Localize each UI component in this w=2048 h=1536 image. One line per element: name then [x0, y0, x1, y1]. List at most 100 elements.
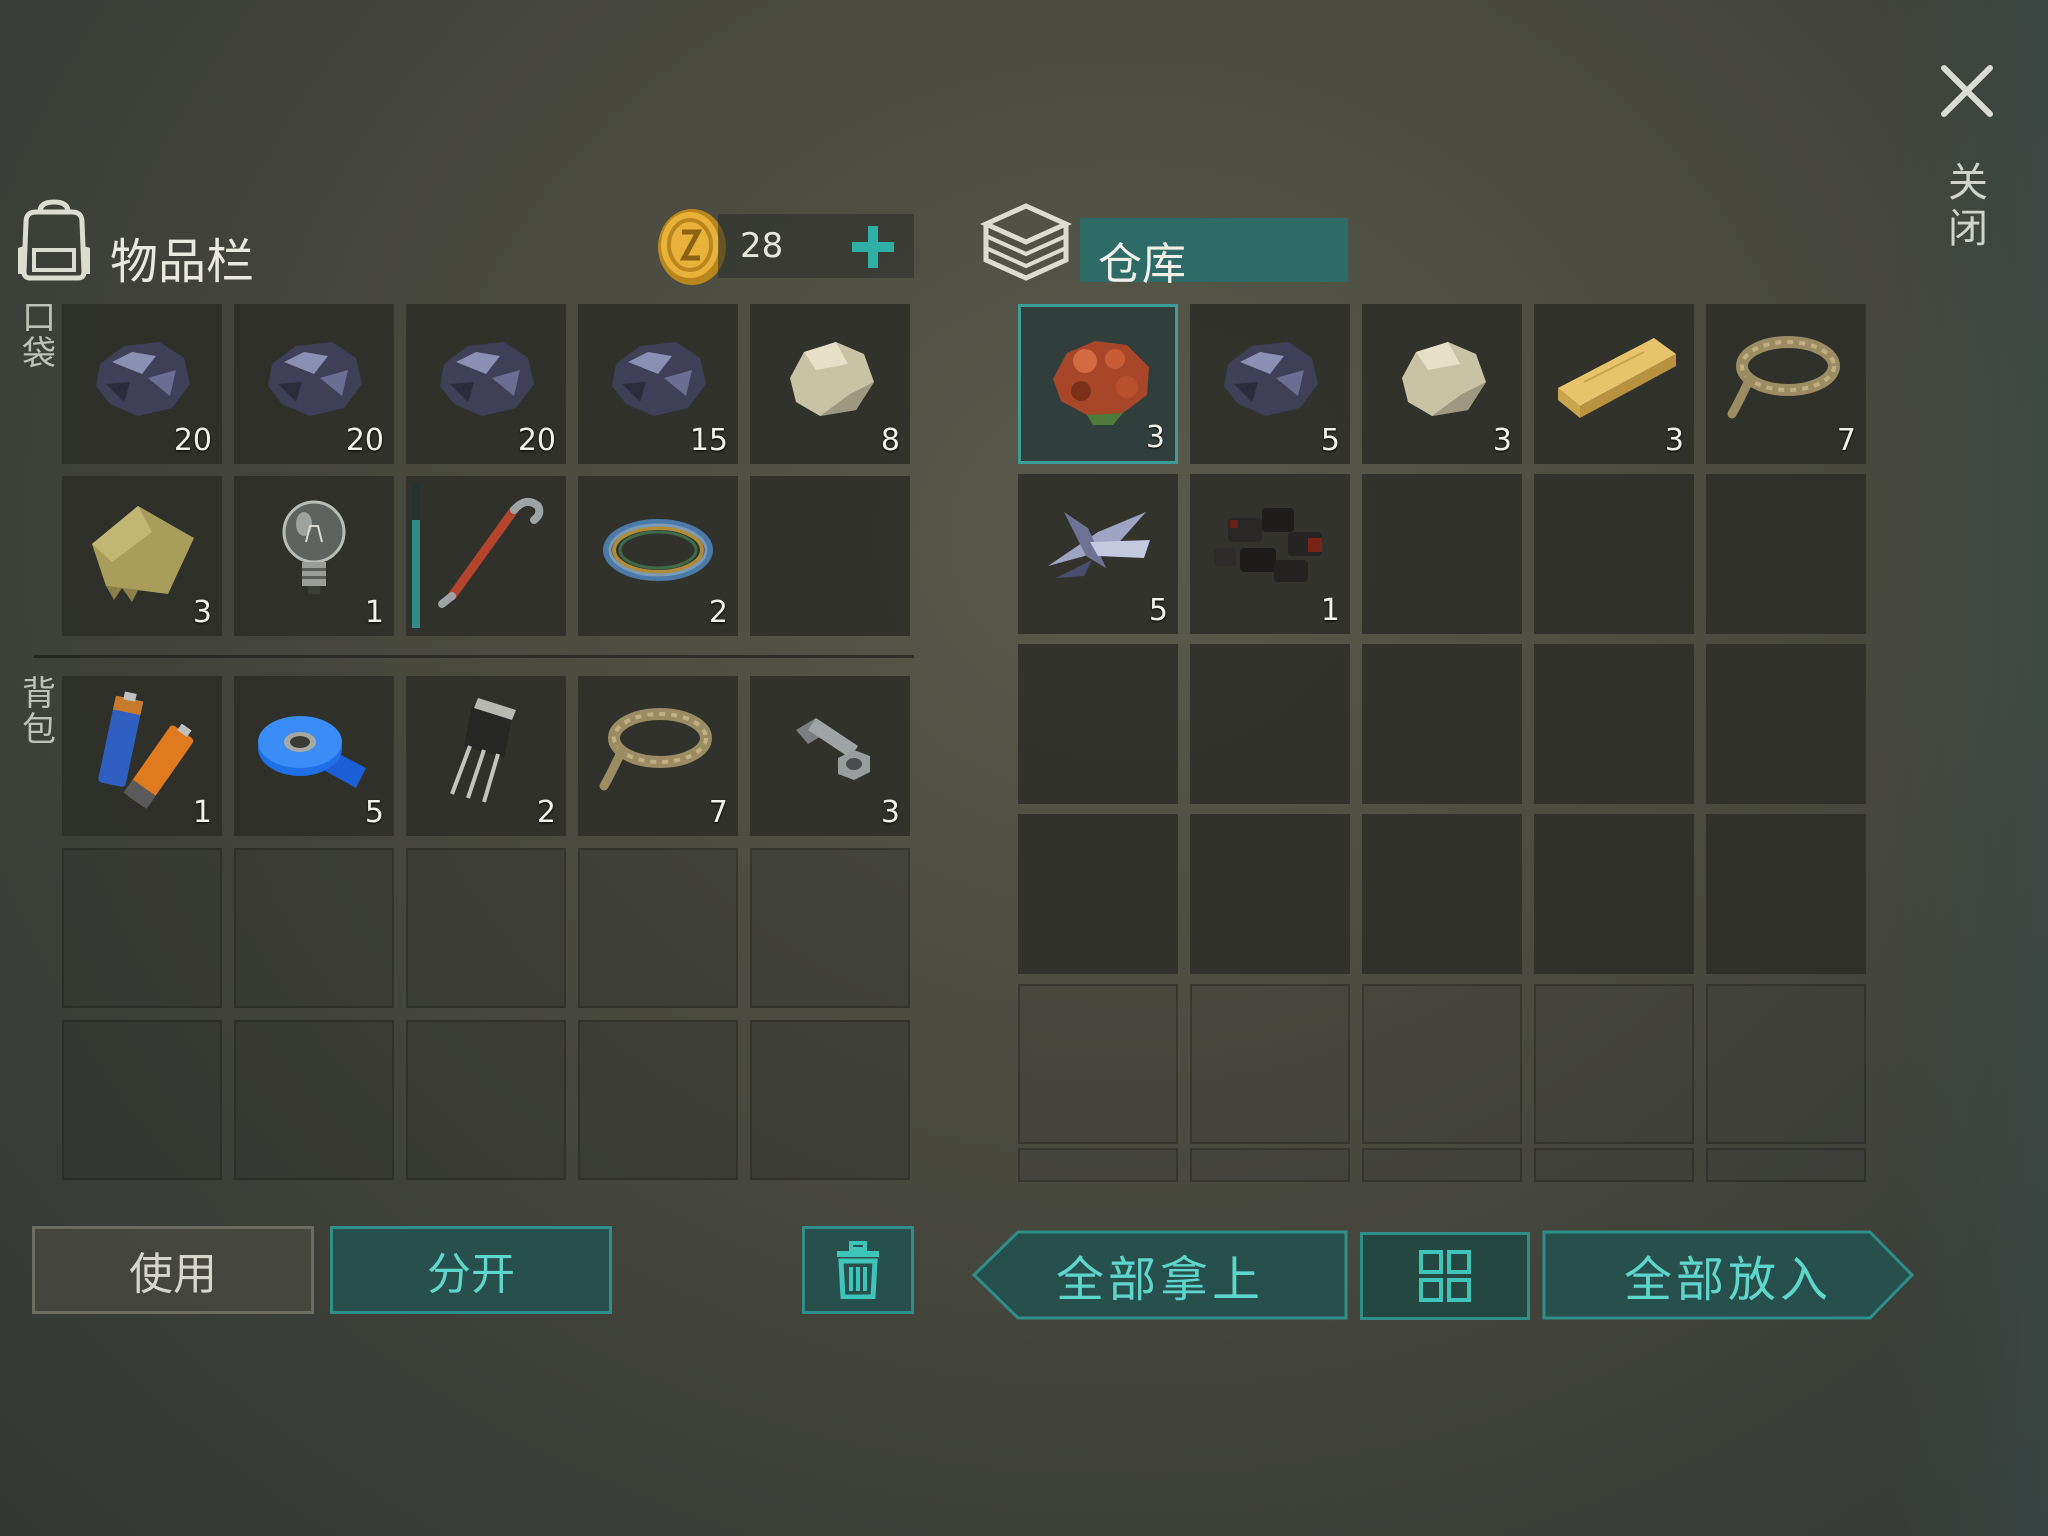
put-all-label: 全部放入: [1623, 1252, 1832, 1308]
item-quantity: 5: [1320, 423, 1340, 458]
warehouse-slot-empty[interactable]: [1534, 814, 1694, 974]
item-quantity: 1: [1320, 593, 1340, 628]
transistor-icon: [450, 698, 516, 803]
stone-icon: [790, 342, 874, 416]
warehouse-slot-empty[interactable]: [1362, 814, 1522, 974]
backpack-slot-empty[interactable]: [234, 1020, 394, 1180]
charcoal-icon: [1214, 508, 1322, 582]
take-all-button[interactable]: 全部拿上: [972, 1230, 1348, 1320]
backpack-slot-empty[interactable]: [750, 1020, 910, 1180]
backpack-grid: 1 5 2 7 3: [62, 676, 910, 1180]
metal-scrap-icon: [1048, 512, 1150, 578]
item-quantity: 2: [536, 795, 556, 830]
backpack-slot-empty[interactable]: [578, 848, 738, 1008]
backpack-slot-empty[interactable]: [62, 848, 222, 1008]
warehouse-slot-empty[interactable]: [1706, 814, 1866, 974]
cloth-icon: [92, 506, 194, 602]
stone-icon: [1402, 342, 1486, 416]
item-quantity: 7: [708, 795, 728, 830]
warehouse-slot-empty[interactable]: [1534, 474, 1694, 634]
warehouse-slot[interactable]: 1: [1190, 474, 1350, 634]
backpack-slot-empty[interactable]: [406, 848, 566, 1008]
backpack-slot[interactable]: 1: [62, 676, 222, 836]
item-quantity: 15: [689, 423, 728, 458]
backpack-slot-empty[interactable]: [406, 1020, 566, 1180]
backpack-slot-empty[interactable]: [750, 848, 910, 1008]
warehouse-slot-empty[interactable]: [1362, 474, 1522, 634]
section-divider: [34, 655, 914, 658]
warehouse-grid: 3 5 3 3 7 5 1: [1018, 304, 1866, 1144]
item-quantity: 5: [364, 795, 384, 830]
pocket-grid: 20 20 20 15 8 3 1 2: [62, 304, 910, 636]
trash-icon: [837, 1241, 879, 1299]
item-quantity: 7: [1836, 423, 1856, 458]
item-quantity: 3: [1664, 423, 1684, 458]
tape-icon: [258, 716, 366, 788]
pocket-slot[interactable]: 20: [62, 304, 222, 464]
use-button[interactable]: 使用: [32, 1226, 314, 1314]
pocket-slot[interactable]: [406, 476, 566, 636]
backpack-slot-empty[interactable]: [62, 1020, 222, 1180]
rope-icon: [1727, 336, 1840, 419]
storage-crate-icon: [979, 203, 1072, 281]
item-quantity: 3: [1492, 423, 1512, 458]
warehouse-slot[interactable]: 3: [1362, 304, 1522, 464]
item-quantity: 3: [880, 795, 900, 830]
pocket-slot[interactable]: 1: [234, 476, 394, 636]
warehouse-slot-empty[interactable]: [1706, 984, 1866, 1144]
pocket-slot[interactable]: 3: [62, 476, 222, 636]
warehouse-slot-empty[interactable]: [1706, 644, 1866, 804]
warehouse-next-row-hint: [1018, 1148, 1870, 1182]
discard-button[interactable]: [802, 1226, 914, 1314]
close-label[interactable]: 关闭: [1946, 160, 1990, 252]
warehouse-slot-selected[interactable]: 3: [1018, 304, 1178, 464]
warehouse-slot-empty[interactable]: [1190, 984, 1350, 1144]
warehouse-slot[interactable]: 5: [1190, 304, 1350, 464]
take-all-label: 全部拿上: [1055, 1252, 1264, 1308]
pocket-slot[interactable]: 20: [406, 304, 566, 464]
item-quantity: 8: [880, 423, 900, 458]
backpack-slot[interactable]: 2: [406, 676, 566, 836]
warehouse-slot-empty[interactable]: [1018, 814, 1178, 974]
warehouse-slot-empty[interactable]: [1362, 984, 1522, 1144]
backpack-slot[interactable]: 7: [578, 676, 738, 836]
close-icon[interactable]: [1938, 62, 1996, 120]
pocket-slot[interactable]: 15: [578, 304, 738, 464]
backpack-slot-empty[interactable]: [578, 1020, 738, 1180]
pocket-slot[interactable]: 8: [750, 304, 910, 464]
warehouse-slot-empty[interactable]: [1534, 984, 1694, 1144]
warehouse-slot-empty[interactable]: [1018, 644, 1178, 804]
wire-coil-icon: [603, 519, 713, 581]
item-quantity: 1: [192, 795, 212, 830]
warehouse-slot-empty[interactable]: [1190, 644, 1350, 804]
warehouse-slot-empty[interactable]: [1534, 644, 1694, 804]
put-all-button[interactable]: 全部放入: [1542, 1230, 1914, 1320]
warehouse-slot-empty[interactable]: [1190, 814, 1350, 974]
warehouse-slot[interactable]: 7: [1706, 304, 1866, 464]
add-coins-button[interactable]: [848, 218, 898, 276]
pocket-slot-empty[interactable]: [750, 476, 910, 636]
split-button[interactable]: 分开: [330, 1226, 612, 1314]
item-quantity: 20: [517, 423, 556, 458]
nut-bolt-icon: [796, 718, 870, 780]
warehouse-slot-partial: [1362, 1148, 1522, 1182]
backpack-slot[interactable]: 3: [750, 676, 910, 836]
grid-sort-icon: [1419, 1250, 1471, 1302]
pocket-label: 口袋: [22, 298, 56, 374]
rope-icon: [599, 708, 712, 791]
warehouse-slot[interactable]: 5: [1018, 474, 1178, 634]
backpack-slot-empty[interactable]: [234, 848, 394, 1008]
pocket-slot[interactable]: 20: [234, 304, 394, 464]
warehouse-slot-partial: [1190, 1148, 1350, 1182]
item-quantity: 5: [1148, 593, 1168, 628]
warehouse-slot-empty[interactable]: [1706, 474, 1866, 634]
coal-ore-icon: [1224, 342, 1318, 416]
sort-grid-button[interactable]: [1360, 1232, 1530, 1320]
warehouse-slot-empty[interactable]: [1018, 984, 1178, 1144]
pocket-slot[interactable]: 2: [578, 476, 738, 636]
item-quantity: 3: [192, 595, 212, 630]
item-quantity: 20: [173, 423, 212, 458]
warehouse-slot-empty[interactable]: [1362, 644, 1522, 804]
warehouse-slot[interactable]: 3: [1534, 304, 1694, 464]
backpack-slot[interactable]: 5: [234, 676, 394, 836]
